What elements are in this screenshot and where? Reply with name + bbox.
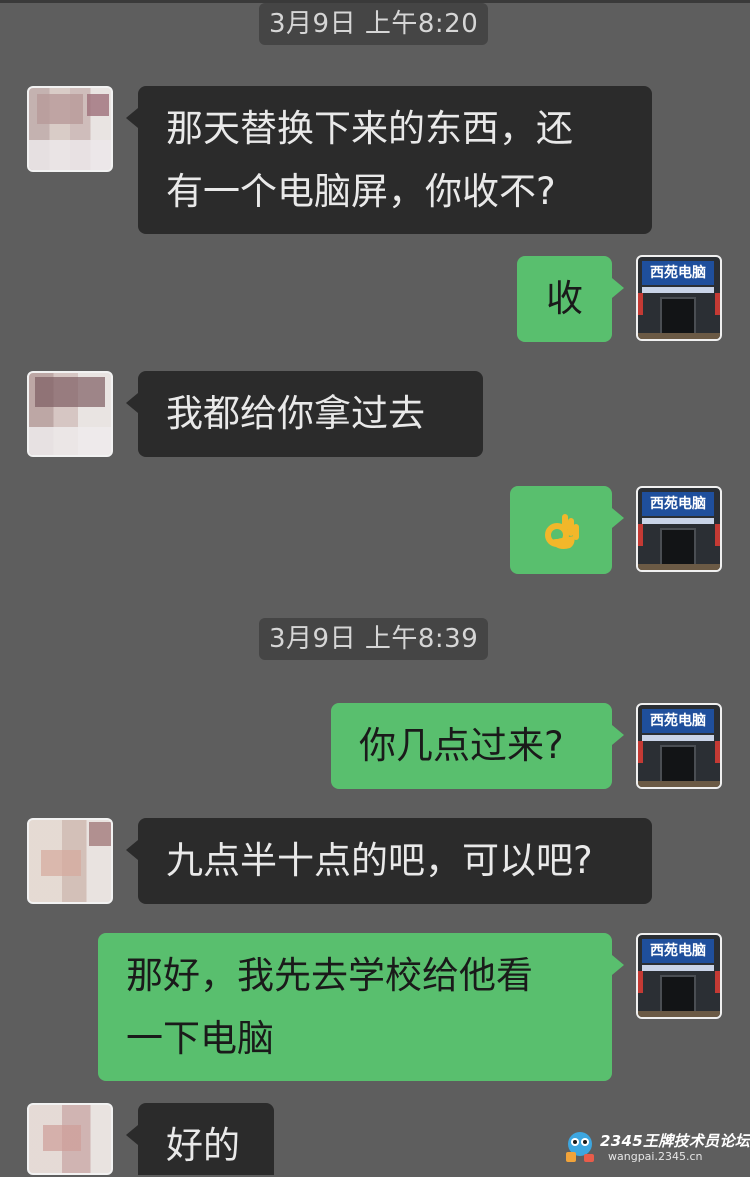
message-text: 九点半十点的吧，可以吧? — [166, 839, 593, 882]
incoming-message-bubble[interactable]: 我都给你拿过去 — [126, 371, 483, 457]
message-text: 收 — [546, 277, 583, 320]
message-text: 好的 — [166, 1124, 240, 1167]
message-text: 我都给你拿过去 — [166, 392, 425, 435]
timestamp: 3月9日 上午8:39 — [259, 618, 489, 660]
outgoing-message-bubble[interactable]: 那好，我先去学校给他看 一下电脑 — [98, 933, 624, 1081]
ok-hand-emoji-icon — [545, 514, 579, 549]
store-door-image — [660, 745, 696, 785]
outgoing-message-bubble[interactable]: 你几点过来? — [331, 703, 624, 789]
message-text: 一下电脑 — [126, 1017, 274, 1060]
store-sign-label: 西苑电脑 — [642, 709, 714, 733]
outgoing-message-bubble[interactable]: 收 — [517, 256, 624, 342]
my-avatar[interactable]: 西苑电脑 — [636, 255, 722, 341]
message-text: 有一个电脑屏，你收不? — [166, 170, 556, 213]
store-door-image — [660, 975, 696, 1015]
watermark-url: wangpai.2345.cn — [608, 1150, 703, 1163]
store-door-image — [660, 528, 696, 568]
watermark-title: 2345王牌技术员论坛 — [600, 1132, 750, 1150]
incoming-message-bubble[interactable]: 好的 — [126, 1103, 274, 1175]
forum-mascot-logo-icon — [566, 1132, 594, 1162]
incoming-message-bubble[interactable]: 那天替换下来的东西，还 有一个电脑屏，你收不? — [126, 86, 652, 234]
forum-watermark: 2345王牌技术员论坛 wangpai.2345.cn — [560, 1126, 750, 1170]
store-door-image — [660, 297, 696, 337]
contact-avatar[interactable] — [27, 86, 113, 172]
message-text: 你几点过来? — [359, 724, 564, 767]
incoming-message-bubble[interactable]: 九点半十点的吧，可以吧? — [126, 818, 652, 904]
message-text: 那天替换下来的东西，还 — [166, 107, 573, 150]
my-avatar[interactable]: 西苑电脑 — [636, 703, 722, 789]
timestamp: 3月9日 上午8:20 — [259, 3, 489, 45]
contact-avatar[interactable] — [27, 818, 113, 904]
store-sign-label: 西苑电脑 — [642, 939, 714, 963]
store-sign-label: 西苑电脑 — [642, 492, 714, 516]
outgoing-emoji-bubble[interactable] — [510, 486, 624, 574]
contact-avatar[interactable] — [27, 371, 113, 457]
message-text: 那好，我先去学校给他看 — [126, 954, 533, 997]
my-avatar[interactable]: 西苑电脑 — [636, 486, 722, 572]
contact-avatar[interactable] — [27, 1103, 113, 1175]
my-avatar[interactable]: 西苑电脑 — [636, 933, 722, 1019]
store-sign-label: 西苑电脑 — [642, 261, 714, 285]
